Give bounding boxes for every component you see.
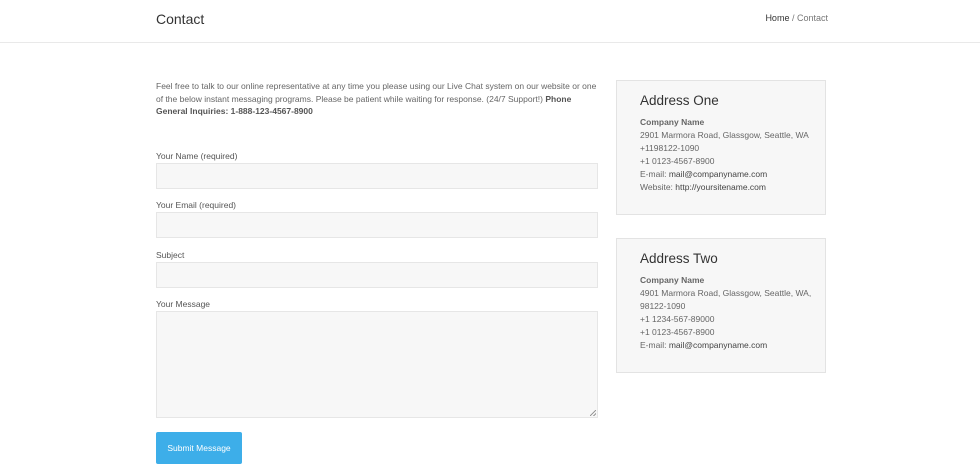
message-label: Your Message: [156, 299, 211, 309]
breadcrumb: Home / Contact: [765, 13, 828, 23]
address-card-one: Address One Company Name 2901 Marmora Ro…: [616, 80, 826, 215]
name-input[interactable]: [156, 163, 598, 189]
phone-line: +1198122-1090: [640, 143, 700, 153]
email-line: E-mail: mail@companyname.com: [640, 339, 825, 352]
resize-grip-icon[interactable]: [590, 410, 596, 416]
street-address: 4901 Marmora Road, Glassgow, Seattle, WA…: [640, 288, 812, 298]
company-name: Company Name: [640, 117, 705, 127]
postal-code: 98122-1090: [640, 301, 686, 311]
address-title: Address One: [640, 93, 719, 108]
phone-line: +1 0123-4567-8900: [640, 156, 715, 166]
name-label: Your Name (required): [156, 151, 238, 161]
website-link[interactable]: http://yoursitename.com: [675, 182, 766, 192]
address-title: Address Two: [640, 251, 718, 266]
street-address: 2901 Marmora Road, Glassgow, Seattle, WA: [640, 130, 809, 140]
email-input[interactable]: [156, 212, 598, 238]
page-title: Contact: [156, 11, 205, 27]
email-line: E-mail: mail@companyname.com: [640, 168, 825, 181]
page-header: Contact Home / Contact: [0, 0, 980, 43]
phone-line: +1 1234-567-89000: [640, 314, 715, 324]
website-line: Website: http://yoursitename.com: [640, 181, 825, 194]
subject-input[interactable]: [156, 262, 598, 288]
email-label: E-mail:: [640, 169, 669, 179]
breadcrumb-home-link[interactable]: Home: [765, 13, 789, 23]
breadcrumb-separator: /: [789, 13, 797, 23]
website-label: Website:: [640, 182, 676, 192]
email-link[interactable]: mail@companyname.com: [669, 340, 767, 350]
company-name: Company Name: [640, 275, 705, 285]
phone-line: +1 0123-4567-8900: [640, 327, 715, 337]
submit-message-button[interactable]: Submit Message: [156, 432, 242, 464]
message-textarea[interactable]: [156, 311, 598, 418]
email-label: E-mail:: [640, 340, 669, 350]
subject-label: Subject: [156, 250, 185, 260]
intro-paragraph: Feel free to talk to our online represen…: [156, 81, 597, 104]
intro-text: Feel free to talk to our online represen…: [156, 80, 601, 118]
address-card-two: Address Two Company Name 4901 Marmora Ro…: [616, 238, 826, 373]
email-label: Your Email (required): [156, 200, 236, 210]
email-link[interactable]: mail@companyname.com: [669, 169, 767, 179]
breadcrumb-current: Contact: [796, 13, 828, 23]
